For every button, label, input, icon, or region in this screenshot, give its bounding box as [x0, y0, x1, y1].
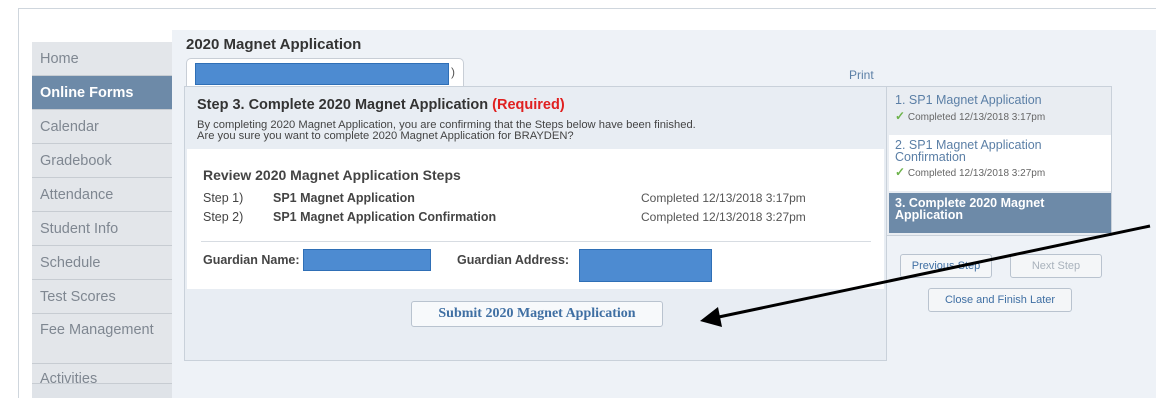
checkmark-icon: ✓: [895, 109, 906, 123]
previous-step-button[interactable]: Previous Step: [900, 254, 992, 278]
step-status: Completed 12/13/2018 3:27pm: [641, 210, 806, 224]
student-tab[interactable]: ): [186, 58, 464, 88]
step-progress-panel: 1. SP1 Magnet Application ✓ Completed 12…: [886, 86, 1112, 236]
progress-step-status: ✓ Completed 12/13/2018 3:27pm: [895, 165, 1105, 179]
sidebar-item-calendar[interactable]: Calendar: [32, 110, 172, 144]
step-name: SP1 Magnet Application Confirmation: [273, 210, 497, 224]
sidebar-item-gradebook[interactable]: Gradebook: [32, 144, 172, 178]
checkmark-icon: ✓: [895, 165, 906, 179]
sidebar-item-attendance[interactable]: Attendance: [32, 178, 172, 212]
progress-step-status-text: Completed 12/13/2018 3:27pm: [907, 168, 1046, 179]
page-title: 2020 Magnet Application: [186, 36, 362, 53]
sidebar-item-test-scores[interactable]: Test Scores: [32, 280, 172, 314]
guardian-address-label: Guardian Address:: [457, 253, 570, 267]
progress-step-label: 3. Complete 2020 Magnet Application: [895, 196, 1045, 222]
review-title: Review 2020 Magnet Application Steps: [203, 167, 461, 183]
sidebar-item-schedule[interactable]: Schedule: [32, 246, 172, 280]
submit-application-button[interactable]: Submit 2020 Magnet Application: [411, 301, 663, 327]
step-heading-text: Step 3. Complete 2020 Magnet Application: [197, 97, 489, 113]
progress-step-2[interactable]: 2. SP1 Magnet Application Confirmation ✓…: [889, 135, 1111, 191]
next-step-button[interactable]: Next Step: [1010, 254, 1102, 278]
progress-step-label: 1. SP1 Magnet Application: [895, 93, 1042, 107]
form-description: By completing 2020 Magnet Application, y…: [197, 119, 696, 142]
step-number: Step 1): [203, 191, 244, 205]
form-card: Step 3. Complete 2020 Magnet Application…: [184, 86, 887, 361]
step-number: Step 2): [203, 210, 244, 224]
sidebar-item-fee-management[interactable]: Fee Management: [32, 314, 172, 364]
progress-step-1[interactable]: 1. SP1 Magnet Application ✓ Completed 12…: [889, 89, 1111, 133]
progress-step-3[interactable]: 3. Complete 2020 Magnet Application: [889, 193, 1111, 233]
step-name: SP1 Magnet Application: [273, 191, 415, 205]
step-status: Completed 12/13/2018 3:17pm: [641, 191, 806, 205]
main-content: 2020 Magnet Application ) Print Step 3. …: [172, 30, 1156, 398]
progress-step-status: ✓ Completed 12/13/2018 3:17pm: [895, 109, 1105, 123]
divider: [201, 241, 871, 242]
guardian-name-redaction: [303, 249, 431, 271]
sidebar-item-activities[interactable]: Activities: [32, 364, 172, 384]
sidebar-item-online-forms[interactable]: Online Forms: [32, 76, 172, 110]
sidebar-item-home[interactable]: Home: [32, 42, 172, 76]
step-heading: Step 3. Complete 2020 Magnet Application…: [197, 97, 565, 113]
sidebar-nav: Home Online Forms Calendar Gradebook Att…: [32, 42, 172, 398]
review-panel: Review 2020 Magnet Application Steps Ste…: [187, 149, 884, 289]
guardian-name-label: Guardian Name:: [203, 253, 300, 267]
student-tab-suffix: ): [451, 65, 455, 79]
close-finish-later-button[interactable]: Close and Finish Later: [928, 288, 1072, 312]
progress-step-label: 2. SP1 Magnet Application Confirmation: [895, 138, 1042, 164]
guardian-address-redaction: [579, 249, 712, 282]
description-line-2: Are you sure you want to complete 2020 M…: [197, 130, 574, 142]
sidebar-item-student-info[interactable]: Student Info: [32, 212, 172, 246]
required-label: (Required): [492, 97, 565, 113]
progress-step-status-text: Completed 12/13/2018 3:17pm: [907, 112, 1046, 123]
print-link[interactable]: Print: [849, 68, 874, 82]
student-name-redaction: [195, 63, 449, 85]
